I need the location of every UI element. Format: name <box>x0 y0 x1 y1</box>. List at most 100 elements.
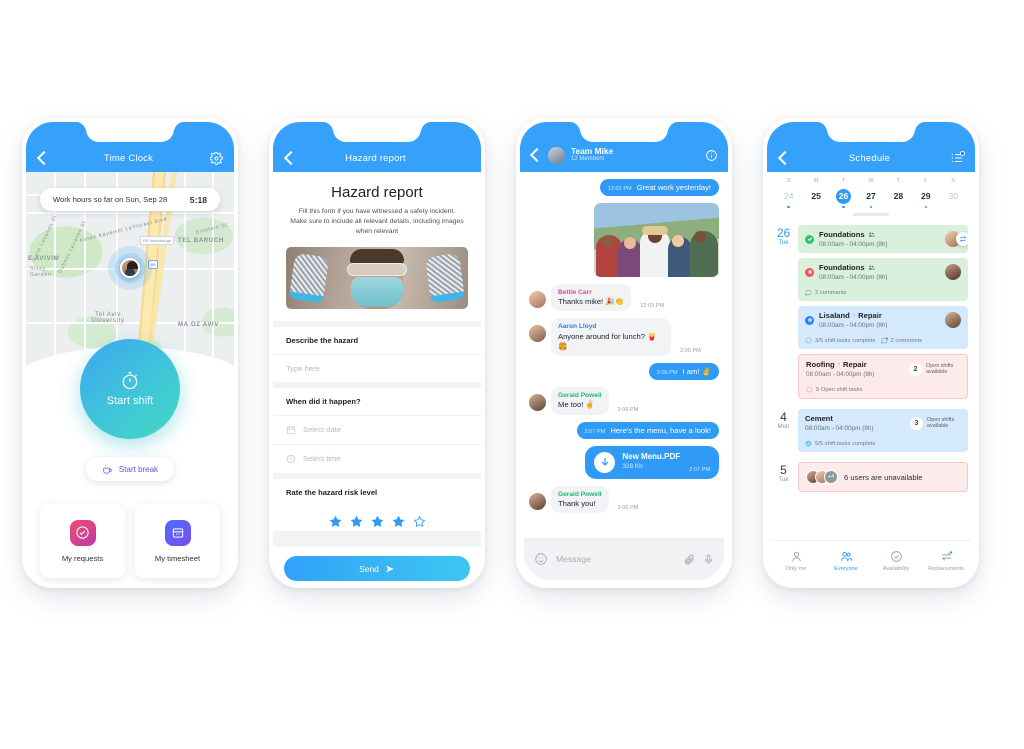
shift-meta[interactable]: 2 comments <box>881 337 922 344</box>
hazard-photo <box>286 246 468 309</box>
shift-status-icon <box>805 267 814 277</box>
calendar-day-25[interactable]: 25 <box>802 189 829 208</box>
tile-my-requests[interactable]: My requests <box>40 504 125 578</box>
microphone-icon[interactable] <box>703 554 714 565</box>
shift-card[interactable]: Roofing › Repair 08:00am - 04:00pm (8h) 2 Ope… <box>798 354 968 399</box>
form-title: Hazard report <box>331 184 423 201</box>
schedule-list[interactable]: 26 Tue Foundations 08:00am - 04:00pm (8h) Fo… <box>767 221 975 517</box>
avatar <box>945 264 961 280</box>
star-icon[interactable] <box>392 515 405 528</box>
time-input[interactable]: Select time <box>273 443 481 473</box>
day-number: 5 <box>780 463 787 477</box>
day-weekday: Tue <box>778 476 789 483</box>
phone-mockup-chat: Team Mike 12 Members 12:01 PM Great work… <box>516 118 732 588</box>
phone3-header: Team Mike 12 Members <box>520 122 728 172</box>
nav-item-replacements[interactable]: Replacements <box>921 550 971 572</box>
tile-label: My timesheet <box>154 553 201 563</box>
calendar-day-number: 28 <box>893 191 904 201</box>
gear-icon[interactable] <box>208 150 224 166</box>
paperclip-icon[interactable] <box>683 553 695 565</box>
page-title: Hazard report <box>345 152 406 164</box>
calendar-day-27[interactable]: 27 <box>857 189 884 208</box>
message-text: Great work yesterday! <box>636 183 711 192</box>
phone4-screen: Schedule SMTWTFS 24 25 26 27 28 29 30 26… <box>767 122 975 584</box>
open-shifts-indicator[interactable]: 2 Open shifts available <box>909 362 960 376</box>
bottom-navigation[interactable]: Only me Everyone Availability Replacements <box>771 540 971 580</box>
message-time: 2:07 PM <box>584 428 606 435</box>
message-composer[interactable]: Message <box>524 538 724 580</box>
phone2-notch <box>333 122 421 142</box>
calendar-day-number: 26 <box>836 189 852 204</box>
nav-item-label: Availability <box>882 565 910 572</box>
message-incoming: Gerald Powell Thank you! 2:06 PM <box>529 485 719 514</box>
coffee-cup-icon <box>103 464 112 474</box>
back-chevron-icon[interactable] <box>529 147 545 163</box>
calendar-day-30[interactable]: 30 <box>940 189 967 208</box>
shift-card[interactable]: Foundations 08:00am - 04:00pm (8h) <box>798 225 968 253</box>
shift-meta-label: 3/5 shift tasks complete <box>815 337 876 344</box>
star-icon[interactable] <box>371 515 384 528</box>
phone1-notch <box>86 122 174 142</box>
star-icon[interactable] <box>350 515 363 528</box>
shift-meta-label: 5/5 shift tasks complete <box>815 440 876 447</box>
star-icon[interactable] <box>413 515 426 528</box>
calendar-dow-row: SMTWTFS <box>775 178 967 189</box>
hazard-description-input[interactable]: Type here <box>273 353 481 382</box>
day-number: 4 <box>780 410 787 424</box>
smiley-icon[interactable] <box>534 552 548 566</box>
message-photo[interactable] <box>529 203 719 277</box>
calendar-day-29[interactable]: 29 <box>912 189 939 208</box>
message-outgoing: 2:07 PM Here's the menu, have a look! <box>529 421 719 439</box>
shift-card[interactable]: Cement 08:00am - 04:00pm (8h) 3 Open shifts… <box>798 409 968 452</box>
check-circle-outline-icon <box>890 550 903 563</box>
risk-rating[interactable] <box>273 506 481 531</box>
task-list-icon[interactable] <box>949 150 965 166</box>
message-incoming: Bettie Carr Thanks mike! 🎉👏 12:03 PM <box>529 284 719 312</box>
page-title: Schedule <box>848 152 891 164</box>
send-button[interactable]: Send <box>284 556 470 581</box>
work-hours-value: 5:18 <box>189 194 207 205</box>
shift-status-icon <box>805 234 814 244</box>
calendar-day-26[interactable]: 26 <box>830 189 857 208</box>
phone-mockup-schedule: Schedule SMTWTFS 24 25 26 27 28 29 30 26… <box>763 118 979 588</box>
shift-title: Roofing › Repair <box>806 360 867 369</box>
nav-item-availability[interactable]: Availability <box>871 550 921 572</box>
star-icon[interactable] <box>329 515 342 528</box>
shift-meta[interactable]: 5 Open shift tasks <box>806 386 862 393</box>
shift-meta[interactable]: 3/5 shift tasks complete <box>805 337 876 344</box>
avatar <box>529 291 546 308</box>
send-bar: Send <box>273 547 481 584</box>
nav-item-everyone[interactable]: Everyone <box>821 550 871 572</box>
chat-messages[interactable]: 12:01 PM Great work yesterday! Bettie Ca… <box>520 172 728 542</box>
quick-tiles: My requests My timesheet <box>40 504 220 578</box>
message-input[interactable]: Message <box>556 554 675 564</box>
week-calendar[interactable]: S M T W T F S 24 25 26 27 28 29 30 <box>767 172 975 221</box>
drag-handle[interactable] <box>853 213 889 216</box>
file-name: New Menu.PDF <box>622 452 681 462</box>
message-file-attachment[interactable]: New Menu.PDF 328 Kb 2:07 PM <box>529 445 719 479</box>
check-circle-icon <box>69 519 96 546</box>
chat-title: Team Mike <box>571 146 614 157</box>
date-input[interactable]: Select date <box>273 414 481 444</box>
info-circle-icon[interactable] <box>703 147 719 163</box>
calendar-day-28[interactable]: 28 <box>885 189 912 208</box>
start-shift-label: Start shift <box>106 395 154 407</box>
shift-card[interactable]: Lisaland › Repair 08:00am - 04:00pm (8h) 3/5… <box>798 306 968 349</box>
start-break-button[interactable]: Start break <box>85 457 175 481</box>
calendar-day-24[interactable]: 24 <box>775 189 802 208</box>
shift-card-footer: 5/5 shift tasks complete <box>798 437 968 452</box>
shift-meta[interactable]: 2 comments <box>805 289 847 296</box>
calendar-date-row[interactable]: 24 25 26 27 28 29 30 <box>775 189 967 208</box>
open-shifts-indicator[interactable]: 3 Open shifts available <box>910 416 961 430</box>
open-shifts-count: 2 <box>909 362 922 376</box>
tile-my-timesheet[interactable]: My timesheet <box>135 504 220 578</box>
start-shift-button[interactable]: Start shift <box>80 339 180 439</box>
nav-item-only-me[interactable]: Only me <box>771 550 821 572</box>
unavailable-card[interactable]: +4 6 users are unavailable <box>798 462 968 492</box>
shift-meta[interactable]: 5/5 shift tasks complete <box>805 440 876 447</box>
swap-arrows-icon[interactable] <box>956 232 968 246</box>
calendar-day-number: 25 <box>811 191 821 201</box>
shift-card[interactable]: Foundations 08:00am - 04:00pm (8h) 2 comme… <box>798 258 968 301</box>
phone3-notch <box>580 122 668 142</box>
message-text: Thank you! <box>558 498 596 508</box>
